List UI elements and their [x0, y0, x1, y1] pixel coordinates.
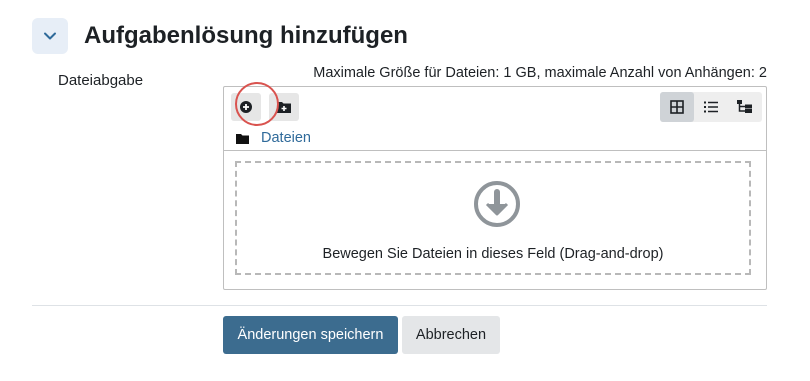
grid-view-button[interactable]: [660, 92, 694, 122]
grid-view-icon: [670, 100, 684, 114]
divider: [224, 150, 766, 151]
create-folder-button[interactable]: [269, 93, 299, 121]
tree-view-icon: [737, 100, 752, 113]
list-view-icon: [704, 101, 718, 113]
max-upload-info: Maximale Größe für Dateien: 1 GB, maxima…: [313, 65, 767, 81]
drop-zone-text: Bewegen Sie Dateien in dieses Feld (Drag…: [322, 246, 664, 262]
drop-zone[interactable]: Bewegen Sie Dateien in dieses Feld (Drag…: [235, 161, 751, 275]
tree-view-button[interactable]: [728, 92, 762, 122]
add-file-button[interactable]: [231, 93, 261, 121]
folder-icon: [236, 133, 249, 144]
create-folder-icon: [277, 102, 291, 113]
path-link-dateien[interactable]: Dateien: [261, 130, 311, 146]
chevron-down-icon: [44, 32, 56, 40]
collapse-section-button[interactable]: [32, 18, 68, 54]
file-manager-toolbar: [224, 87, 766, 125]
list-view-button[interactable]: [694, 92, 728, 122]
cancel-button[interactable]: Abbrechen: [402, 316, 500, 354]
section-header: Aufgabenlösung hinzufügen: [32, 16, 408, 56]
section-title: Aufgabenlösung hinzufügen: [84, 22, 408, 49]
file-manager: Dateien Bewegen Sie Dateien in dieses Fe…: [223, 86, 767, 290]
add-file-icon: [240, 101, 252, 113]
form-divider: [32, 305, 767, 306]
view-switcher: [660, 92, 762, 122]
download-arrow-icon: [474, 181, 520, 227]
field-label: Dateiabgabe: [58, 72, 144, 89]
file-path-breadcrumb: Dateien: [236, 128, 311, 148]
save-changes-button[interactable]: Änderungen speichern: [223, 316, 398, 354]
